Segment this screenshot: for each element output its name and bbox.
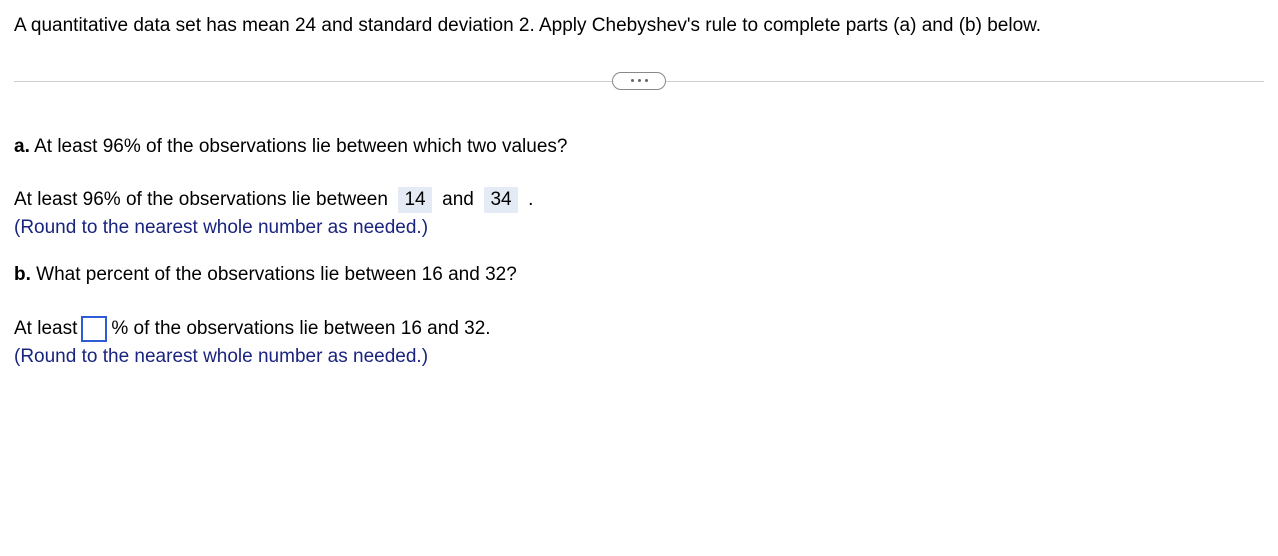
part-b-answer-prefix: At least [14,318,77,340]
part-b-instruction: (Round to the nearest whole number as ne… [14,346,1264,368]
section-divider [14,71,1264,91]
ellipsis-icon [638,79,641,82]
part-b-question: b. What percent of the observations lie … [14,261,1264,290]
ellipsis-icon [631,79,634,82]
part-a-question: a. At least 96% of the observations lie … [14,133,1264,162]
part-b-label: b. [14,264,31,285]
part-b-question-text: What percent of the observations lie bet… [36,264,517,285]
part-a-and: and [442,189,474,210]
expand-button[interactable] [612,72,666,90]
part-a-answer-line: At least 96% of the observations lie bet… [14,187,1264,213]
part-a-period: . [528,189,533,210]
part-a-value-1[interactable]: 14 [398,187,431,213]
part-b-answer-suffix: % of the observations lie between 16 and… [111,318,490,340]
part-b-percent-input[interactable] [81,316,107,342]
part-b-answer-line: At least % of the observations lie betwe… [14,316,1264,342]
part-a-instruction: (Round to the nearest whole number as ne… [14,217,1264,239]
part-a-question-text: At least 96% of the observations lie bet… [34,136,567,157]
ellipsis-icon [645,79,648,82]
part-a-value-2[interactable]: 34 [484,187,517,213]
part-a-answer-prefix: At least 96% of the observations lie bet… [14,189,388,210]
part-a-label: a. [14,136,30,157]
problem-prompt: A quantitative data set has mean 24 and … [14,12,1264,41]
